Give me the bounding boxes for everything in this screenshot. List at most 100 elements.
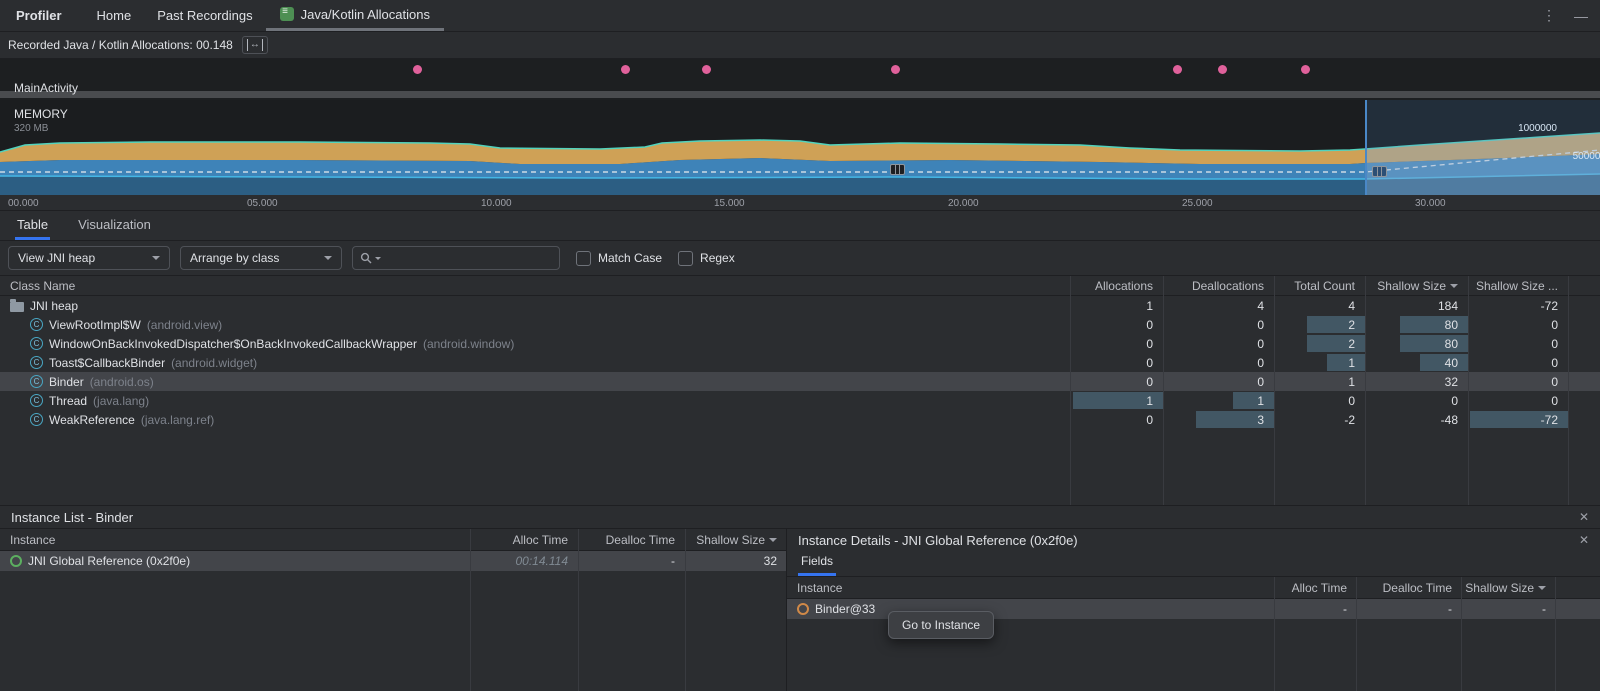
binder-object-icon: [797, 603, 809, 615]
column-header-deallocations[interactable]: Deallocations: [1163, 279, 1274, 293]
column-header-shallow-size[interactable]: Shallow Size: [1365, 279, 1468, 293]
column-header-dealloc-time[interactable]: Dealloc Time: [1357, 581, 1462, 595]
event-dot[interactable]: [702, 65, 711, 74]
allocations-value: 0: [1146, 318, 1153, 332]
package-name: (android.view): [147, 318, 222, 332]
table-row[interactable]: WindowOnBackInvokedDispatcher$OnBackInvo…: [0, 334, 1600, 353]
time-axis: 00.000 05.000 10.000 15.000 20.000 25.00…: [0, 195, 1600, 211]
shallow-size-2-value: 0: [1551, 394, 1558, 408]
field-instance-name: Binder@33: [815, 602, 875, 616]
deallocations-value: 0: [1257, 375, 1264, 389]
shallow-size-2-value: 0: [1551, 356, 1558, 370]
event-dot[interactable]: [1301, 65, 1310, 74]
zoom-to-fit-button[interactable]: ↔: [242, 36, 268, 54]
package-name: (java.lang.ref): [141, 413, 214, 427]
class-name: Toast$CallbackBinder: [49, 356, 165, 370]
allocations-value: 0: [1146, 413, 1153, 427]
minimize-icon[interactable]: —: [1574, 8, 1588, 24]
column-header-alloc-time[interactable]: Alloc Time: [1275, 581, 1357, 595]
shallow-size-2-value: -72: [1541, 299, 1558, 313]
table-row[interactable]: Toast$CallbackBinder (android.widget) 0 …: [0, 353, 1600, 372]
table-row[interactable]: ViewRootImpl$W (android.view) 0 0 2 80 0: [0, 315, 1600, 334]
table-row[interactable]: Binder (android.os) 0 0 1 32 0: [0, 372, 1600, 391]
class-name: Binder: [49, 375, 84, 389]
column-header-allocations[interactable]: Allocations: [1070, 279, 1163, 293]
zoom-to-fit-icon: ↔: [247, 39, 263, 51]
total-count-value: 0: [1348, 394, 1355, 408]
arrange-dropdown[interactable]: Arrange by class: [180, 246, 342, 270]
instance-list-columns: Instance Alloc Time Dealloc Time Shallow…: [0, 529, 786, 551]
class-icon: [30, 337, 43, 350]
table-row[interactable]: JNI heap 1 4 4 184 -72: [0, 296, 1600, 315]
event-dot[interactable]: [891, 65, 900, 74]
instance-details-title: Instance Details - JNI Global Reference …: [798, 533, 1078, 548]
allocations-value: 0: [1146, 337, 1153, 351]
heat-bar: [1327, 354, 1365, 371]
event-dot[interactable]: [1218, 65, 1227, 74]
column-header-dealloc-time[interactable]: Dealloc Time: [578, 533, 685, 547]
column-header-shallow-size[interactable]: Shallow Size: [1462, 581, 1556, 595]
column-header-instance[interactable]: Instance: [0, 533, 470, 547]
shallow-size-value: 80: [1445, 318, 1458, 332]
table-row[interactable]: Thread (java.lang) 1 1 0 0 0: [0, 391, 1600, 410]
close-icon[interactable]: ✕: [1579, 533, 1589, 547]
search-input[interactable]: [384, 251, 552, 265]
tooltip-go-to-instance[interactable]: Go to Instance: [888, 611, 994, 639]
class-name: WindowOnBackInvokedDispatcher$OnBackInvo…: [49, 337, 417, 351]
event-dot[interactable]: [1173, 65, 1182, 74]
tab-fields[interactable]: Fields: [798, 554, 836, 576]
memory-area-chart: [0, 100, 1600, 195]
selection-handle-icon[interactable]: [1372, 166, 1387, 177]
alloc-time-value: 00:14.114: [516, 554, 569, 568]
shallow-size-2-value: 0: [1551, 375, 1558, 389]
tab-table[interactable]: Table: [15, 217, 50, 240]
tab-java-kotlin-allocations[interactable]: Java/Kotlin Allocations: [266, 0, 444, 31]
deallocations-value: 1: [1257, 394, 1264, 408]
heat-bar: [1307, 335, 1365, 352]
package-name: (android.widget): [171, 356, 257, 370]
profiler-window: Profiler Home Past Recordings Java/Kotli…: [0, 0, 1600, 691]
class-icon: [30, 356, 43, 369]
bottom-panels: Instance Alloc Time Dealloc Time Shallow…: [0, 529, 1600, 691]
chevron-down-icon: [324, 256, 332, 260]
nav-item[interactable]: Home: [84, 0, 145, 31]
column-header-class-name[interactable]: Class Name: [0, 279, 1070, 293]
column-header-total-count[interactable]: Total Count: [1274, 279, 1365, 293]
regex-checkbox[interactable]: Regex: [678, 251, 735, 266]
axis-tick-label: 25.000: [1182, 198, 1213, 209]
class-icon: [30, 394, 43, 407]
nav-item[interactable]: Past Recordings: [144, 0, 265, 31]
details-columns: Instance Alloc Time Dealloc Time Shallow…: [787, 577, 1600, 599]
search-icon: [360, 252, 372, 264]
heap-dropdown[interactable]: View JNI heap: [8, 246, 170, 270]
arrange-dropdown-value: Arrange by class: [190, 251, 279, 265]
column-header-shallow-size[interactable]: Shallow Size: [685, 533, 787, 547]
activity-lifecycle-bar[interactable]: [0, 91, 1600, 98]
allocations-value: 1: [1146, 299, 1153, 313]
tab-visualization[interactable]: Visualization: [76, 217, 153, 240]
match-case-checkbox[interactable]: Match Case: [576, 251, 662, 266]
instance-row[interactable]: JNI Global Reference (0x2f0e) 00:14.114 …: [0, 551, 786, 571]
nav-item-label: Past Recordings: [157, 8, 252, 23]
kebab-menu-icon[interactable]: ⋮: [1542, 7, 1556, 24]
close-icon[interactable]: ✕: [1579, 510, 1589, 524]
class-icon: [30, 318, 43, 331]
instance-list-title: Instance List - Binder: [11, 510, 133, 525]
range-handle-icon[interactable]: [890, 164, 905, 175]
column-header-alloc-time[interactable]: Alloc Time: [470, 533, 578, 547]
column-header-instance[interactable]: Instance: [787, 581, 1275, 595]
tab-label: Java/Kotlin Allocations: [301, 7, 430, 22]
event-dot[interactable]: [413, 65, 422, 74]
column-header-shallow-size-2[interactable]: Shallow Size ...: [1468, 279, 1568, 293]
shallow-size-2-value: 0: [1551, 318, 1558, 332]
heat-bar: [1307, 316, 1365, 333]
search-field[interactable]: [352, 246, 560, 270]
deallocations-value: 0: [1257, 337, 1264, 351]
axis-tick-label: 20.000: [948, 198, 979, 209]
sort-chevron-icon: [1450, 284, 1458, 288]
instance-details-panel: Instance Details - JNI Global Reference …: [787, 529, 1600, 691]
activity-track: MainActivity: [0, 80, 1600, 100]
table-row[interactable]: WeakReference (java.lang.ref) 0 3 -2 -48…: [0, 410, 1600, 429]
event-dot[interactable]: [621, 65, 630, 74]
memory-chart[interactable]: MEMORY 320 MB 1000000 500000: [0, 100, 1600, 195]
